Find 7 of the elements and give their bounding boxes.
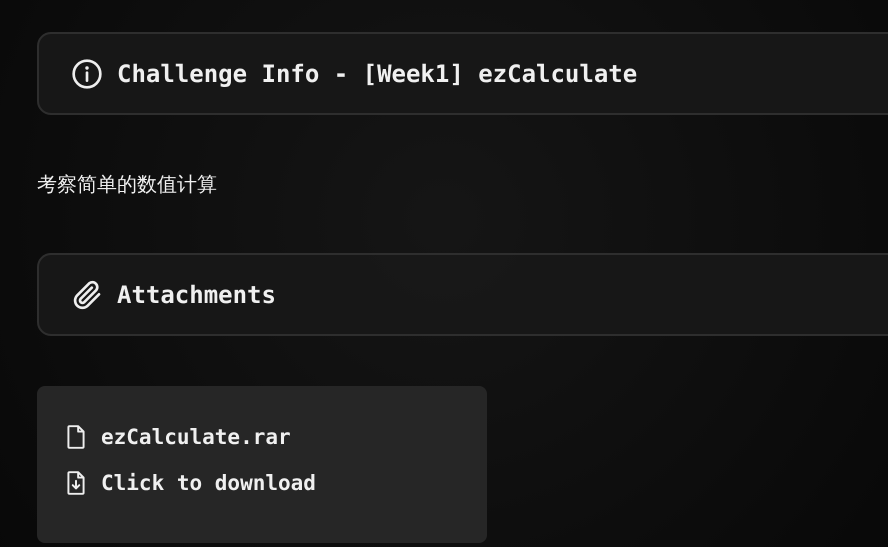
file-name: ezCalculate.rar bbox=[101, 425, 291, 449]
description: 考察简单的数值计算 bbox=[37, 171, 218, 198]
download-link[interactable]: Click to download bbox=[101, 471, 316, 495]
card-title: Challenge Info - [Week1] ezCalculate bbox=[117, 60, 638, 88]
paperclip-icon bbox=[71, 278, 103, 310]
card-title: Attachments bbox=[117, 280, 276, 308]
info-icon bbox=[71, 58, 103, 90]
